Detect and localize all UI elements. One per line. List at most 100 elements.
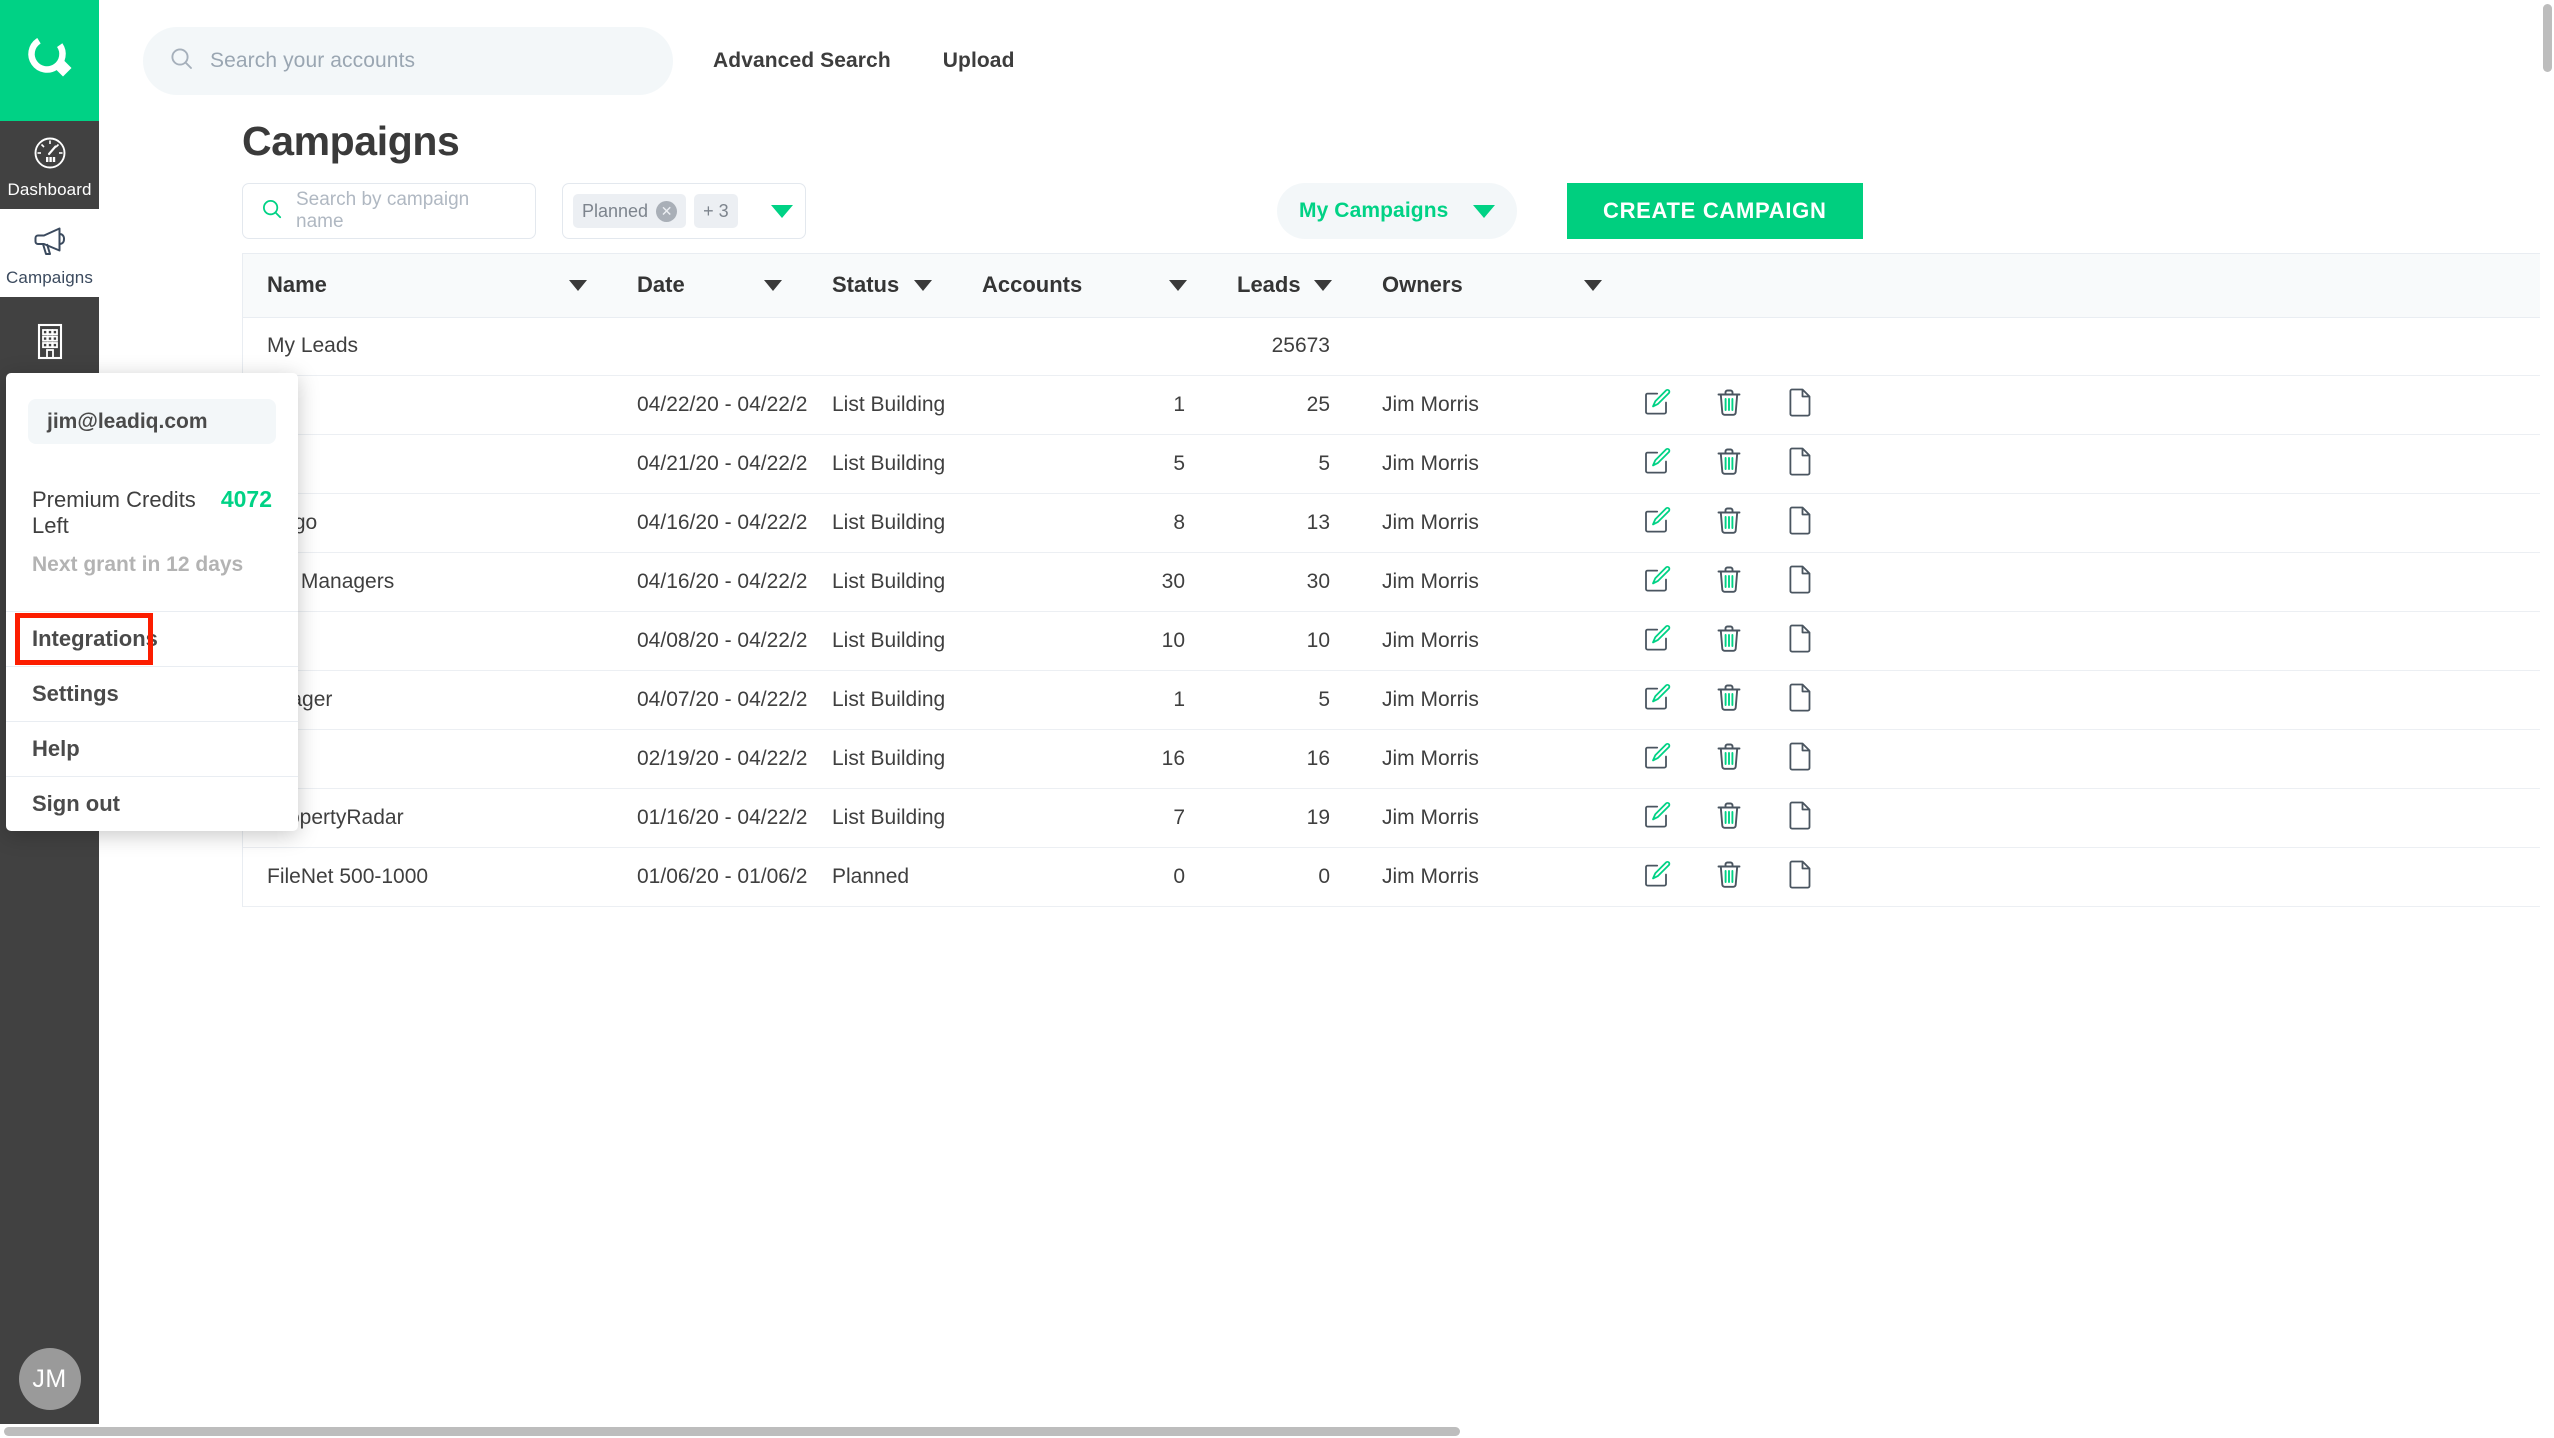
edit-icon[interactable] [1642, 564, 1672, 600]
export-icon[interactable] [1786, 858, 1814, 896]
sort-caret-icon[interactable] [914, 279, 932, 291]
column-header-date[interactable]: Date [613, 254, 808, 318]
export-icon[interactable] [1786, 445, 1814, 483]
sidebar-item-label: Campaigns [6, 268, 93, 287]
table-row[interactable]: ect Managers 04/16/20 - 04/22/20 List Buil… [243, 552, 2554, 612]
column-header-leads[interactable]: Leads [1213, 254, 1358, 318]
campaign-status-cell: List Building [808, 434, 958, 494]
edit-icon[interactable] [1642, 682, 1672, 718]
table-row[interactable]: 04/21/20 - 04/22/20 List Building 5 5 Jim Mo… [243, 434, 2554, 494]
menu-item-help[interactable]: Help [6, 721, 298, 776]
table-row[interactable]: 04/22/20 - 04/22/20 List Building 1 25 Jim M… [243, 375, 2554, 435]
brand-logo[interactable] [0, 0, 99, 121]
upload-link[interactable]: Upload [943, 49, 1015, 73]
edit-icon[interactable] [1642, 505, 1672, 541]
avatar-container: JM [0, 1348, 99, 1410]
campaign-name-cell: anager [243, 670, 613, 730]
campaign-accounts-cell: 5 [958, 434, 1213, 494]
campaign-name-cell: PropertyRadar [243, 788, 613, 848]
table-row[interactable]: 04/08/20 - 04/22/20 List Building 10 10 Jim … [243, 611, 2554, 671]
megaphone-icon [29, 220, 71, 262]
row-actions [1628, 504, 2554, 542]
table-row[interactable]: FileNet 500-1000 01/06/20 - 01/06/20 Plann… [243, 847, 2554, 907]
advanced-search-link[interactable]: Advanced Search [713, 49, 891, 73]
menu-item-signout[interactable]: Sign out [6, 776, 298, 831]
export-icon[interactable] [1786, 740, 1814, 778]
horizontal-scrollbar-thumb[interactable] [4, 1427, 1460, 1436]
edit-icon[interactable] [1642, 741, 1672, 777]
scope-dropdown-label: My Campaigns [1299, 199, 1449, 222]
column-header-accounts[interactable]: Accounts [958, 254, 1213, 318]
page-title: Campaigns [242, 118, 460, 164]
export-icon[interactable] [1786, 622, 1814, 660]
row-actions [1628, 681, 2554, 719]
export-icon[interactable] [1786, 504, 1814, 542]
row-actions-cell [1628, 847, 2554, 907]
chevron-down-icon[interactable] [771, 204, 793, 218]
campaign-leads-cell: 30 [1213, 552, 1358, 612]
filter-chip-planned[interactable]: Planned ✕ [573, 194, 687, 228]
table-row[interactable]: anager 04/07/20 - 04/22/20 List Building 1 5… [243, 670, 2554, 730]
campaign-search-input[interactable]: Search by campaign name [242, 183, 536, 239]
delete-icon[interactable] [1714, 563, 1744, 601]
sort-caret-icon[interactable] [1314, 279, 1332, 291]
column-header-name[interactable]: Name [243, 254, 613, 318]
sidebar-item-accounts[interactable] [0, 297, 99, 385]
sort-caret-icon[interactable] [1584, 279, 1602, 291]
table-row[interactable]: 02/19/20 - 04/22/20 List Building 16 16 Jim … [243, 729, 2554, 789]
campaign-leads-cell: 5 [1213, 670, 1358, 730]
column-header-status[interactable]: Status [808, 254, 958, 318]
filter-chip-label: Planned [582, 200, 649, 221]
column-header-owners[interactable]: Owners [1358, 254, 1628, 318]
menu-item-settings[interactable]: Settings [6, 666, 298, 721]
campaign-accounts-cell: 16 [958, 729, 1213, 789]
delete-icon[interactable] [1714, 445, 1744, 483]
horizontal-scrollbar[interactable] [0, 1424, 2554, 1438]
campaign-status-cell: List Building [808, 611, 958, 671]
delete-icon[interactable] [1714, 740, 1744, 778]
avatar[interactable]: JM [18, 1348, 81, 1410]
vertical-scrollbar-thumb[interactable] [2543, 4, 2552, 72]
campaign-name-cell [243, 434, 613, 494]
user-email[interactable]: jim@leadiq.com [28, 399, 276, 444]
sort-caret-icon[interactable] [1169, 279, 1187, 291]
delete-icon[interactable] [1714, 858, 1744, 896]
sidebar-item-label: Dashboard [7, 180, 92, 199]
export-icon[interactable] [1786, 386, 1814, 424]
delete-icon[interactable] [1714, 681, 1744, 719]
filter-chip-more[interactable]: + 3 [694, 194, 738, 228]
export-icon[interactable] [1786, 681, 1814, 719]
edit-icon[interactable] [1642, 800, 1672, 836]
scope-dropdown[interactable]: My Campaigns [1277, 183, 1517, 239]
edit-icon[interactable] [1642, 446, 1672, 482]
create-campaign-button[interactable]: CREATE CAMPAIGN [1567, 183, 1863, 239]
edit-icon[interactable] [1642, 387, 1672, 423]
edit-icon[interactable] [1642, 623, 1672, 659]
status-filter-dropdown[interactable]: Planned ✕ + 3 [562, 183, 806, 239]
export-icon[interactable] [1786, 799, 1814, 837]
delete-icon[interactable] [1714, 622, 1744, 660]
sidebar-item-dashboard[interactable]: Dashboard [0, 121, 99, 209]
menu-item-integrations[interactable]: Integrations [6, 611, 298, 666]
campaign-status-cell: List Building [808, 493, 958, 553]
campaign-leads-cell: 13 [1213, 493, 1358, 553]
row-actions [1628, 445, 2554, 483]
close-icon[interactable]: ✕ [656, 200, 678, 222]
campaign-owner-cell: Jim Morris [1358, 611, 1628, 671]
edit-icon[interactable] [1642, 859, 1672, 895]
my-leads-row[interactable]: My Leads 25673 [243, 317, 2554, 376]
delete-icon[interactable] [1714, 504, 1744, 542]
sort-caret-icon[interactable] [569, 279, 587, 291]
table-row[interactable]: PropertyRadar 01/16/20 - 04/22/20 List Bui… [243, 788, 2554, 848]
delete-icon[interactable] [1714, 386, 1744, 424]
leadiq-q-logo-icon [24, 32, 76, 89]
sidebar-item-campaigns[interactable]: Campaigns [0, 209, 99, 297]
account-search-box[interactable]: Search your accounts [143, 26, 673, 95]
delete-icon[interactable] [1714, 799, 1744, 837]
my-leads-name: My Leads [243, 317, 613, 376]
vertical-scrollbar[interactable] [2540, 0, 2554, 1424]
export-icon[interactable] [1786, 563, 1814, 601]
table-cell [1628, 317, 2554, 376]
sort-caret-icon[interactable] [764, 279, 782, 291]
table-row[interactable]: icago04/16/20 - 04/22/20List Building813… [243, 493, 2554, 553]
